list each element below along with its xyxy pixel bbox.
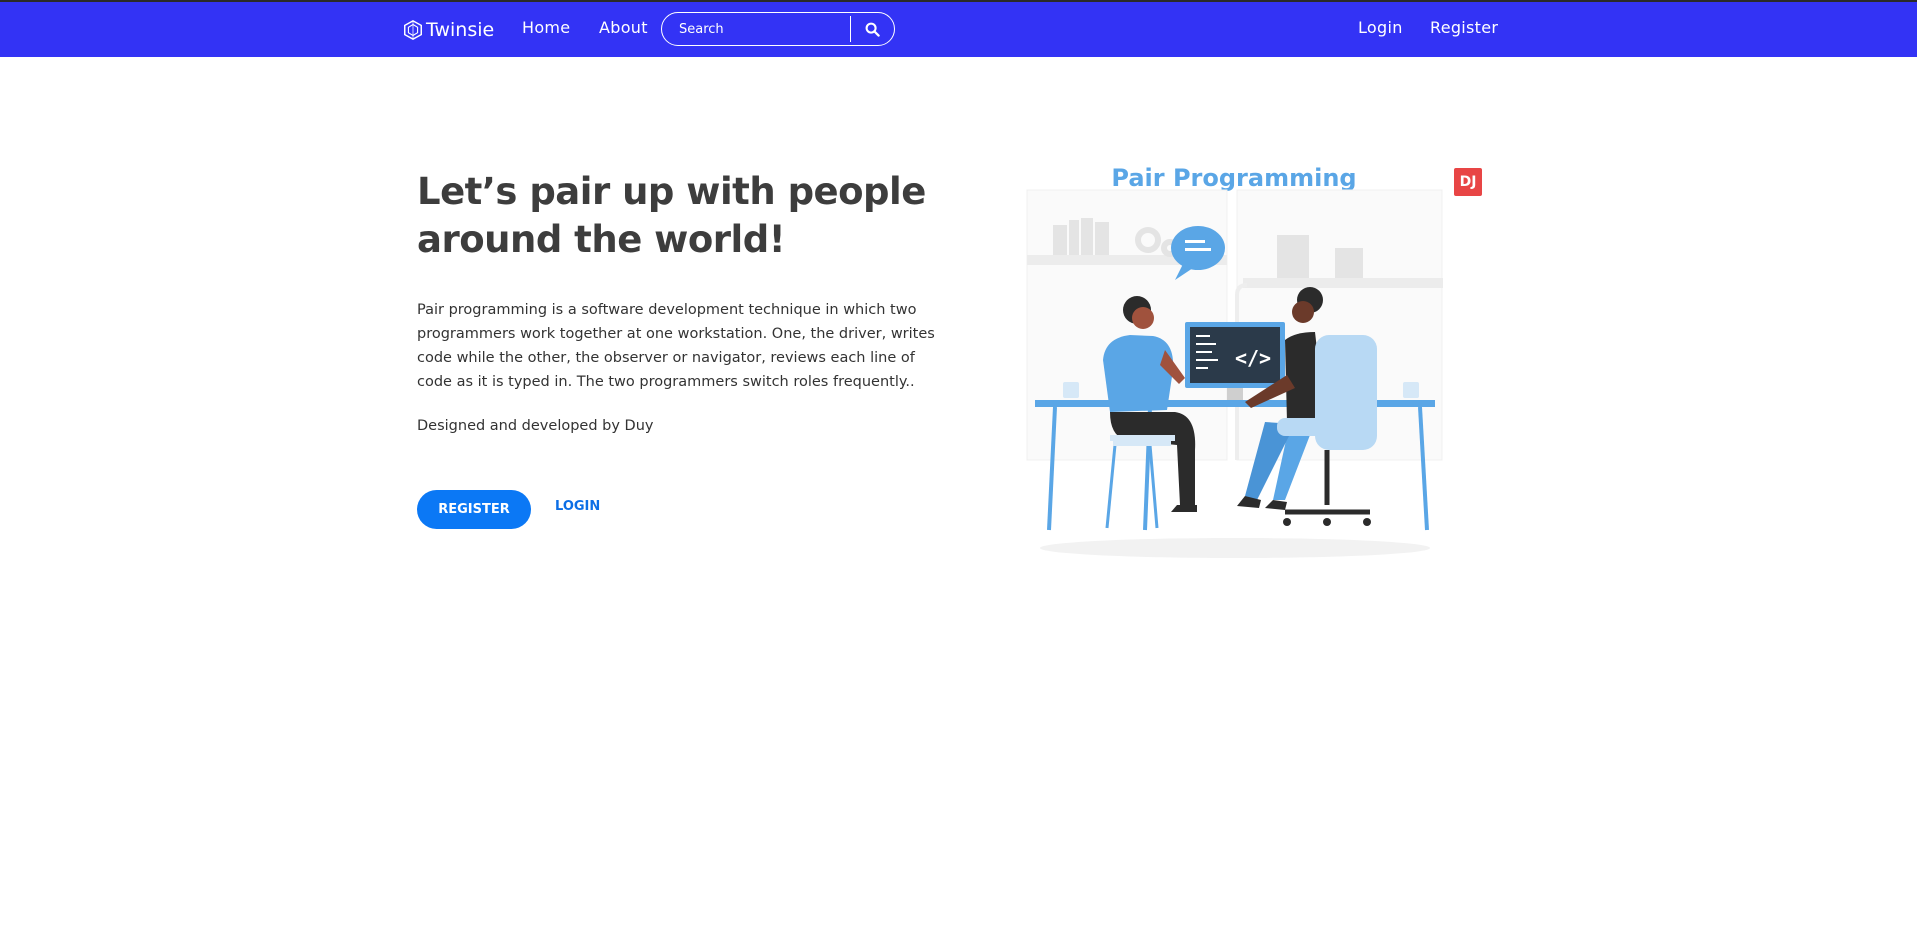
brand-logo-link[interactable]: Twinsie <box>402 17 494 43</box>
login-link[interactable]: LOGIN <box>555 499 600 514</box>
hero-description: Pair programming is a software developme… <box>417 302 935 390</box>
nav-register-link[interactable]: Register <box>1430 18 1498 37</box>
nav-home-link[interactable]: Home <box>522 18 570 37</box>
search-input[interactable] <box>662 14 842 44</box>
floor-shadow <box>1040 538 1430 558</box>
stool-seat <box>1110 435 1175 441</box>
pair-programming-illustration: </> <box>1026 189 1443 558</box>
nav-about-link[interactable]: About <box>599 18 648 37</box>
nav-login-link[interactable]: Login <box>1358 18 1403 37</box>
search-icon <box>865 22 880 37</box>
brand-name: Twinsie <box>426 19 495 41</box>
hero-title: Let’s pair up with people around the wor… <box>417 170 926 261</box>
register-button[interactable]: REGISTER <box>417 490 531 529</box>
brand-hexagon-icon <box>404 19 422 41</box>
search-button[interactable] <box>851 13 894 45</box>
code-symbol: </> <box>1235 346 1271 370</box>
hero-credit: Designed and developed by Duy <box>417 418 654 434</box>
navbar: Twinsie Home About Login Register <box>0 0 1917 57</box>
shelf-right <box>1243 278 1443 288</box>
search-form <box>661 12 895 46</box>
